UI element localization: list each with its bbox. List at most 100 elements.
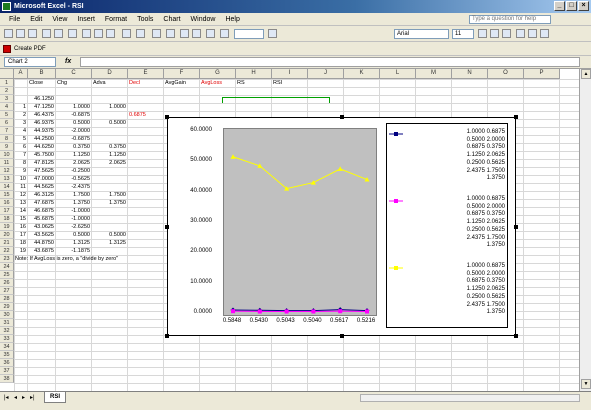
row-header[interactable]: 34: [0, 343, 14, 351]
chg-cell[interactable]: -2.6250: [57, 223, 90, 231]
close-cell[interactable]: 44.5625: [29, 183, 54, 191]
align-left-icon[interactable]: [516, 29, 525, 38]
chart-object[interactable]: 0.0000 10.0000 20.0000 30.0000 40.0000 50.000…: [165, 115, 518, 338]
row-header[interactable]: 38: [0, 375, 14, 383]
row-index-cell[interactable]: 12: [15, 191, 26, 199]
header-chg[interactable]: Chg: [57, 79, 90, 87]
close-cell[interactable]: 46.4375: [29, 111, 54, 119]
row-header[interactable]: 8: [0, 135, 14, 143]
adva-cell[interactable]: 1.1250: [93, 151, 126, 159]
row-header[interactable]: 9: [0, 143, 14, 151]
resize-handle[interactable]: [165, 225, 169, 229]
chg-cell[interactable]: -1.1875: [57, 247, 90, 255]
legend-entry[interactable]: 1.0000 0.6875 0.5000 2.0000 0.6875 0.3750 1…: [389, 129, 507, 187]
redo-icon[interactable]: [136, 29, 145, 38]
resize-handle[interactable]: [514, 334, 518, 338]
adva-cell[interactable]: 0.5000: [93, 231, 126, 239]
close-cell[interactable]: 47.1250: [29, 103, 54, 111]
chg-cell[interactable]: 1.7500: [57, 191, 90, 199]
close-cell[interactable]: 46.6875: [29, 207, 54, 215]
close-button[interactable]: ×: [578, 1, 589, 11]
chg-cell[interactable]: -2.0000: [57, 127, 90, 135]
row-header[interactable]: 4: [0, 103, 14, 111]
help-search-input[interactable]: Type a question for help: [469, 15, 551, 24]
row-header[interactable]: 32: [0, 327, 14, 335]
series-line-2[interactable]: [232, 156, 368, 190]
column-header[interactable]: K: [344, 69, 380, 79]
row-index-cell[interactable]: 8: [15, 159, 26, 167]
undo-icon[interactable]: [122, 29, 131, 38]
row-index-cell[interactable]: 13: [15, 199, 26, 207]
print-icon[interactable]: [42, 29, 51, 38]
chg-cell[interactable]: -0.6875: [57, 135, 90, 143]
menu-edit[interactable]: Edit: [25, 13, 47, 26]
create-pdf-button[interactable]: Create PDF: [3, 44, 46, 54]
close-cell[interactable]: 44.2500: [29, 135, 54, 143]
menu-window[interactable]: Window: [186, 13, 221, 26]
spelling-icon[interactable]: [68, 29, 77, 38]
chg-cell[interactable]: 0.3750: [57, 143, 90, 151]
row-index-cell[interactable]: 9: [15, 167, 26, 175]
row-header[interactable]: 20: [0, 231, 14, 239]
row-index-cell[interactable]: 18: [15, 239, 26, 247]
chg-cell[interactable]: 0.5000: [57, 119, 90, 127]
column-header[interactable]: F: [164, 69, 200, 79]
row-header[interactable]: 21: [0, 239, 14, 247]
header-avgloss[interactable]: AvgLoss: [201, 79, 234, 87]
row-index-cell[interactable]: 7: [15, 151, 26, 159]
adva-cell[interactable]: 1.0000: [93, 103, 126, 111]
save-icon[interactable]: [28, 29, 37, 38]
chg-cell[interactable]: 1.1250: [57, 151, 90, 159]
zoom-select[interactable]: [234, 29, 264, 39]
close-cell[interactable]: 43.5625: [29, 231, 54, 239]
row-index-cell[interactable]: 3: [15, 119, 26, 127]
column-header[interactable]: N: [452, 69, 488, 79]
sort-descending-icon[interactable]: [192, 29, 201, 38]
row-header[interactable]: 31: [0, 319, 14, 327]
close-cell[interactable]: 44.6250: [29, 143, 54, 151]
close-cell[interactable]: 47.5625: [29, 167, 54, 175]
sort-ascending-icon[interactable]: [180, 29, 189, 38]
row-index-cell[interactable]: 19: [15, 247, 26, 255]
data-point[interactable]: [284, 309, 289, 314]
adva-cell[interactable]: 0.5000: [93, 119, 126, 127]
row-header[interactable]: 37: [0, 367, 14, 375]
chg-cell[interactable]: -1.0000: [57, 215, 90, 223]
data-point[interactable]: [257, 309, 262, 314]
formula-input[interactable]: [80, 57, 580, 67]
column-header[interactable]: L: [380, 69, 416, 79]
bold-icon[interactable]: [478, 29, 487, 38]
adva-cell[interactable]: 1.7500: [93, 191, 126, 199]
row-header[interactable]: 10: [0, 151, 14, 159]
data-point[interactable]: [337, 166, 343, 171]
select-all-corner[interactable]: [0, 69, 14, 79]
row-header[interactable]: 17: [0, 207, 14, 215]
row-index-cell[interactable]: 10: [15, 175, 26, 183]
data-point[interactable]: [230, 154, 236, 159]
legend-entry[interactable]: 1.0000 0.6875 0.5000 2.0000 0.6875 0.3750 1…: [389, 263, 507, 321]
row-index-cell[interactable]: 4: [15, 127, 26, 135]
row-header[interactable]: 24: [0, 263, 14, 271]
close-cell[interactable]: 43.6875: [29, 247, 54, 255]
close-cell[interactable]: 45.6875: [29, 215, 54, 223]
row-index-cell[interactable]: 16: [15, 223, 26, 231]
column-header[interactable]: J: [308, 69, 344, 79]
adva-cell[interactable]: 2.0625: [93, 159, 126, 167]
menu-chart[interactable]: Chart: [158, 13, 185, 26]
row-header[interactable]: 15: [0, 191, 14, 199]
row-header[interactable]: 36: [0, 359, 14, 367]
scroll-down-arrow[interactable]: ▼: [581, 379, 591, 389]
resize-handle[interactable]: [165, 334, 169, 338]
close-cell[interactable]: 44.9375: [29, 127, 54, 135]
header-close[interactable]: Close: [29, 79, 54, 87]
data-point[interactable]: [231, 309, 235, 314]
adva-cell[interactable]: 1.3125: [93, 239, 126, 247]
align-right-icon[interactable]: [540, 29, 549, 38]
row-header[interactable]: 22: [0, 247, 14, 255]
row-index-cell[interactable]: 2: [15, 111, 26, 119]
horizontal-scrollbar[interactable]: [360, 394, 580, 402]
header-decl[interactable]: Decl: [129, 79, 162, 87]
resize-handle[interactable]: [514, 225, 518, 229]
adva-cell[interactable]: 0.3750: [93, 143, 126, 151]
row-index-cell[interactable]: 14: [15, 207, 26, 215]
